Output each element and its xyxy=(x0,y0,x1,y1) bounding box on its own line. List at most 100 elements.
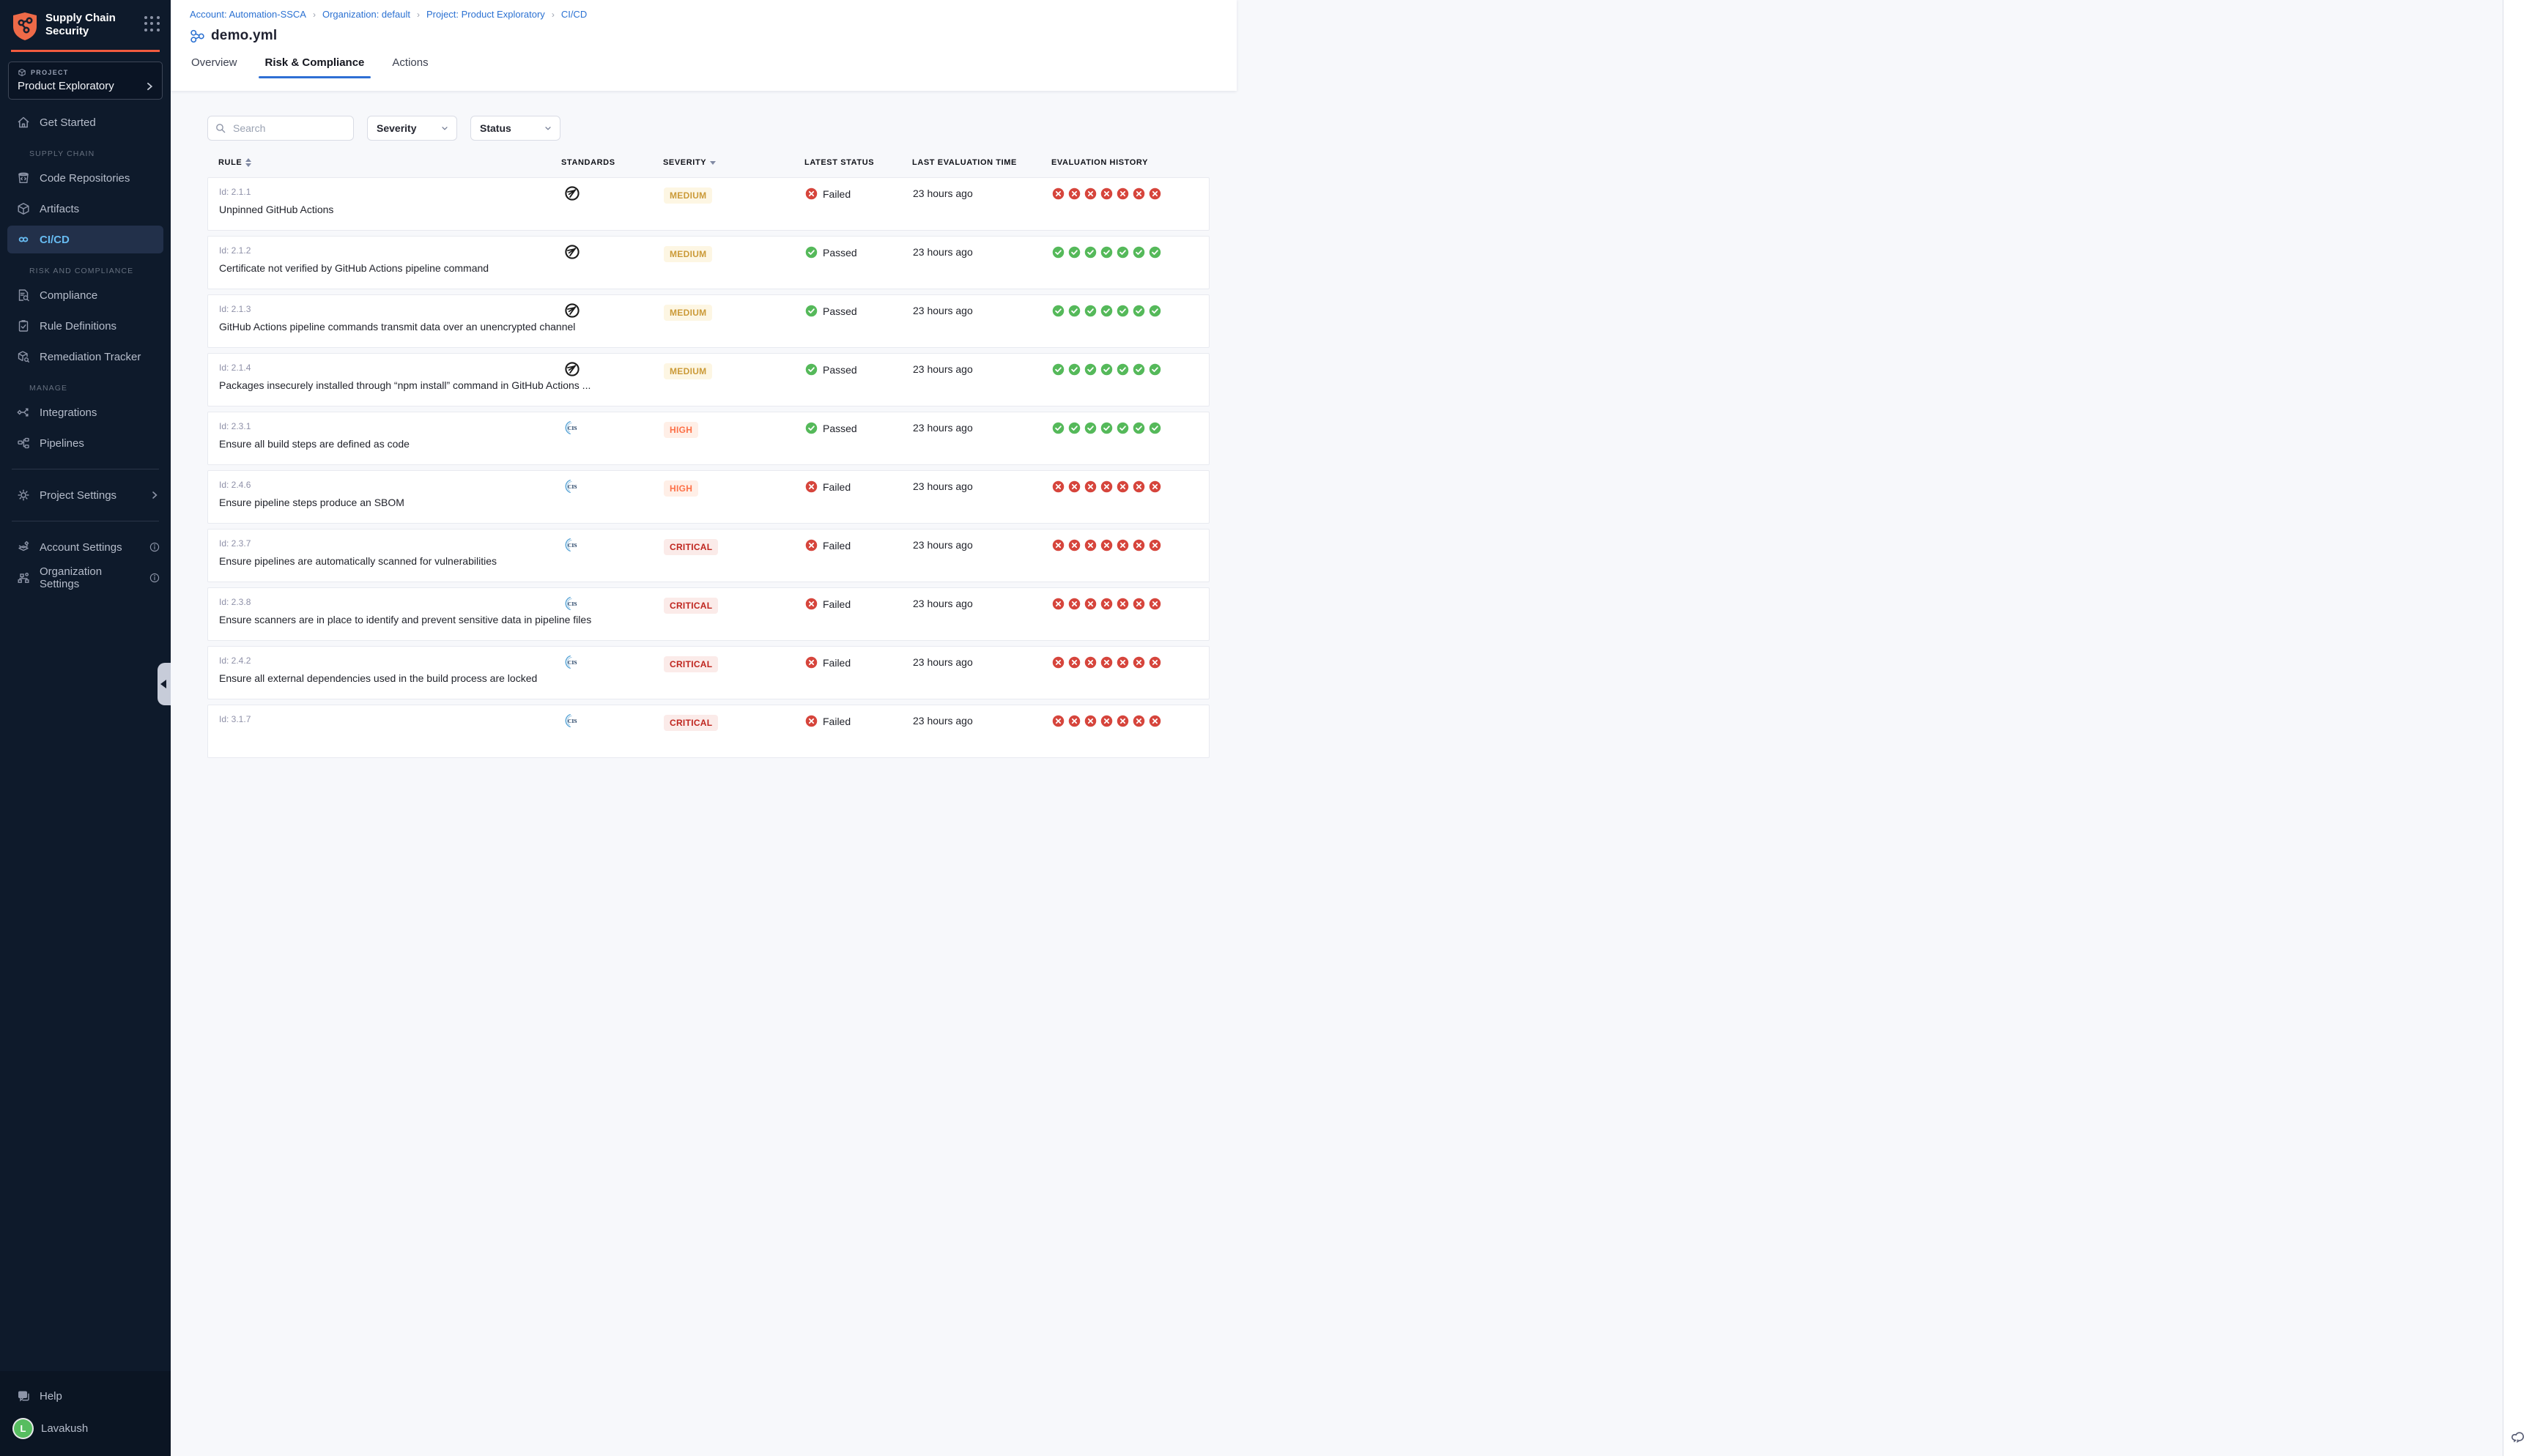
history-failed-icon[interactable] xyxy=(1149,187,1161,200)
history-passed-icon[interactable] xyxy=(1084,422,1097,434)
history-passed-icon[interactable] xyxy=(1100,305,1113,317)
severity-filter-dropdown[interactable]: Severity xyxy=(367,116,457,141)
history-passed-icon[interactable] xyxy=(1149,246,1161,259)
history-passed-icon[interactable] xyxy=(1052,246,1065,259)
sidebar-item-organization-settings[interactable]: Organization Settings xyxy=(0,562,171,593)
history-failed-icon[interactable] xyxy=(1133,480,1145,493)
history-passed-icon[interactable] xyxy=(1100,363,1113,376)
history-passed-icon[interactable] xyxy=(1133,305,1145,317)
history-failed-icon[interactable] xyxy=(1117,480,1129,493)
history-failed-icon[interactable] xyxy=(1084,480,1097,493)
history-failed-icon[interactable] xyxy=(1052,187,1065,200)
history-failed-icon[interactable] xyxy=(1052,480,1065,493)
history-passed-icon[interactable] xyxy=(1068,363,1081,376)
history-failed-icon[interactable] xyxy=(1068,715,1081,727)
sidebar-item-ci-cd[interactable]: CI/CD xyxy=(7,226,163,253)
history-failed-icon[interactable] xyxy=(1149,715,1161,727)
history-passed-icon[interactable] xyxy=(1133,246,1145,259)
history-failed-icon[interactable] xyxy=(1117,187,1129,200)
tab-overview[interactable]: Overview xyxy=(191,56,237,78)
history-failed-icon[interactable] xyxy=(1084,539,1097,551)
tab-risk-compliance[interactable]: Risk & Compliance xyxy=(265,56,365,78)
status-filter-dropdown[interactable]: Status xyxy=(470,116,560,141)
history-failed-icon[interactable] xyxy=(1133,715,1145,727)
sidebar-item-project-settings[interactable]: Project Settings xyxy=(0,480,171,510)
history-passed-icon[interactable] xyxy=(1117,246,1129,259)
history-failed-icon[interactable] xyxy=(1068,480,1081,493)
history-passed-icon[interactable] xyxy=(1084,246,1097,259)
sidebar-item-code-repositories[interactable]: Code Repositories xyxy=(0,163,171,193)
history-passed-icon[interactable] xyxy=(1052,363,1065,376)
history-failed-icon[interactable] xyxy=(1100,480,1113,493)
history-failed-icon[interactable] xyxy=(1117,539,1129,551)
sidebar-item-integrations[interactable]: Integrations xyxy=(0,397,171,428)
history-passed-icon[interactable] xyxy=(1149,305,1161,317)
project-selector[interactable]: PROJECT Product Exploratory xyxy=(8,62,163,100)
chat-assistant-icon[interactable] xyxy=(2509,1428,2527,1446)
table-row[interactable]: Id: 2.1.2Certificate not verified by Git… xyxy=(207,236,1210,289)
column-header-severity[interactable]: SEVERITY xyxy=(653,158,797,167)
history-failed-icon[interactable] xyxy=(1084,656,1097,669)
history-failed-icon[interactable] xyxy=(1117,598,1129,610)
sidebar-item-rule-definitions[interactable]: Rule Definitions xyxy=(0,311,171,341)
history-passed-icon[interactable] xyxy=(1084,305,1097,317)
breadcrumb-link[interactable]: Account: Automation-SSCA xyxy=(190,9,306,20)
history-passed-icon[interactable] xyxy=(1052,305,1065,317)
table-row[interactable]: Id: 2.4.2Ensure all external dependencie… xyxy=(207,646,1210,699)
history-passed-icon[interactable] xyxy=(1117,363,1129,376)
table-row[interactable]: Id: 3.1.7CISCRITICALFailed23 hours ago xyxy=(207,705,1210,758)
history-passed-icon[interactable] xyxy=(1052,422,1065,434)
history-failed-icon[interactable] xyxy=(1100,656,1113,669)
breadcrumb-link[interactable]: CI/CD xyxy=(561,9,587,20)
history-failed-icon[interactable] xyxy=(1052,656,1065,669)
history-failed-icon[interactable] xyxy=(1068,539,1081,551)
history-passed-icon[interactable] xyxy=(1068,246,1081,259)
history-failed-icon[interactable] xyxy=(1149,539,1161,551)
history-failed-icon[interactable] xyxy=(1117,656,1129,669)
app-switcher-icon[interactable] xyxy=(144,16,160,32)
history-failed-icon[interactable] xyxy=(1149,480,1161,493)
table-row[interactable]: Id: 2.1.3GitHub Actions pipeline command… xyxy=(207,294,1210,348)
history-failed-icon[interactable] xyxy=(1084,598,1097,610)
sidebar-item-get-started[interactable]: Get Started xyxy=(0,107,171,138)
history-passed-icon[interactable] xyxy=(1100,246,1113,259)
breadcrumb-link[interactable]: Project: Product Exploratory xyxy=(426,9,545,20)
history-passed-icon[interactable] xyxy=(1133,422,1145,434)
user-menu[interactable]: L Lavakush xyxy=(0,1412,171,1444)
history-failed-icon[interactable] xyxy=(1084,715,1097,727)
table-row[interactable]: Id: 2.1.4Packages insecurely installed t… xyxy=(207,353,1210,406)
table-row[interactable]: Id: 2.4.6Ensure pipeline steps produce a… xyxy=(207,470,1210,524)
history-passed-icon[interactable] xyxy=(1117,422,1129,434)
history-passed-icon[interactable] xyxy=(1149,422,1161,434)
history-failed-icon[interactable] xyxy=(1117,715,1129,727)
history-passed-icon[interactable] xyxy=(1117,305,1129,317)
history-failed-icon[interactable] xyxy=(1084,187,1097,200)
sidebar-item-compliance[interactable]: Compliance xyxy=(0,280,171,311)
table-row[interactable]: Id: 2.3.7Ensure pipelines are automatica… xyxy=(207,529,1210,582)
search-input[interactable] xyxy=(207,116,354,141)
history-passed-icon[interactable] xyxy=(1100,422,1113,434)
table-row[interactable]: Id: 2.3.8Ensure scanners are in place to… xyxy=(207,587,1210,641)
history-passed-icon[interactable] xyxy=(1068,305,1081,317)
table-row[interactable]: Id: 2.1.1Unpinned GitHub ActionsMEDIUMFa… xyxy=(207,177,1210,231)
sidebar-item-artifacts[interactable]: Artifacts xyxy=(0,193,171,224)
history-failed-icon[interactable] xyxy=(1100,539,1113,551)
sidebar-item-pipelines[interactable]: Pipelines xyxy=(0,428,171,458)
history-failed-icon[interactable] xyxy=(1133,187,1145,200)
history-failed-icon[interactable] xyxy=(1100,598,1113,610)
history-failed-icon[interactable] xyxy=(1149,598,1161,610)
history-failed-icon[interactable] xyxy=(1100,187,1113,200)
history-failed-icon[interactable] xyxy=(1068,598,1081,610)
history-failed-icon[interactable] xyxy=(1052,539,1065,551)
history-failed-icon[interactable] xyxy=(1100,715,1113,727)
history-passed-icon[interactable] xyxy=(1084,363,1097,376)
tab-actions[interactable]: Actions xyxy=(392,56,428,78)
history-failed-icon[interactable] xyxy=(1068,187,1081,200)
column-header-rule[interactable]: RULE xyxy=(207,158,558,167)
history-failed-icon[interactable] xyxy=(1052,598,1065,610)
history-passed-icon[interactable] xyxy=(1068,422,1081,434)
table-row[interactable]: Id: 2.3.1Ensure all build steps are defi… xyxy=(207,412,1210,465)
history-failed-icon[interactable] xyxy=(1068,656,1081,669)
history-passed-icon[interactable] xyxy=(1133,363,1145,376)
sidebar-collapse-toggle[interactable] xyxy=(158,663,171,705)
